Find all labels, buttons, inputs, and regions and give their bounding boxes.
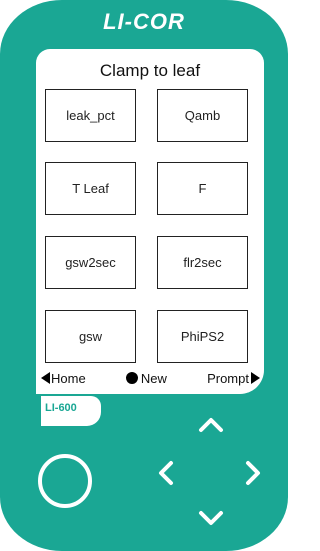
variable-cell[interactable]: T Leaf [45,162,136,215]
chevron-up-icon[interactable] [198,417,224,433]
prompt-softkey[interactable]: Prompt [207,371,260,386]
home-softkey[interactable]: Home [41,371,86,386]
device-screen: Clamp to leaf leak_pct Qamb T Leaf F gsw… [36,49,264,394]
chevron-down-icon[interactable] [198,510,224,526]
filled-circle-icon [125,372,138,384]
chevron-left-icon[interactable] [158,460,174,486]
model-tab: LI-600 [41,396,101,426]
triangle-right-icon [250,372,260,384]
softkey-bar: Home New Prompt [41,369,260,387]
variable-grid: leak_pct Qamb T Leaf F gsw2sec flr2sec g… [45,89,257,363]
triangle-left-icon [41,372,50,384]
model-label: LI-600 [45,402,77,414]
variable-cell[interactable]: gsw2sec [45,236,136,289]
chevron-right-icon[interactable] [245,460,261,486]
prompt-softkey-label: Prompt [207,370,249,386]
variable-cell[interactable]: flr2sec [157,236,248,289]
variable-cell[interactable]: leak_pct [45,89,136,142]
variable-cell[interactable]: gsw [45,310,136,363]
li600-device-body: LI-COR Clamp to leaf leak_pct Qamb T Lea… [0,0,288,551]
new-softkey[interactable]: New [125,370,167,386]
power-button[interactable] [38,454,92,508]
screen-title: Clamp to leaf [99,61,201,80]
brand-logo: LI-COR [103,9,185,34]
variable-cell[interactable]: PhiPS2 [157,310,248,363]
variable-cell[interactable]: Qamb [157,89,248,142]
new-softkey-label: New [140,370,167,386]
home-softkey-label: Home [51,370,86,386]
variable-cell[interactable]: F [157,162,248,215]
